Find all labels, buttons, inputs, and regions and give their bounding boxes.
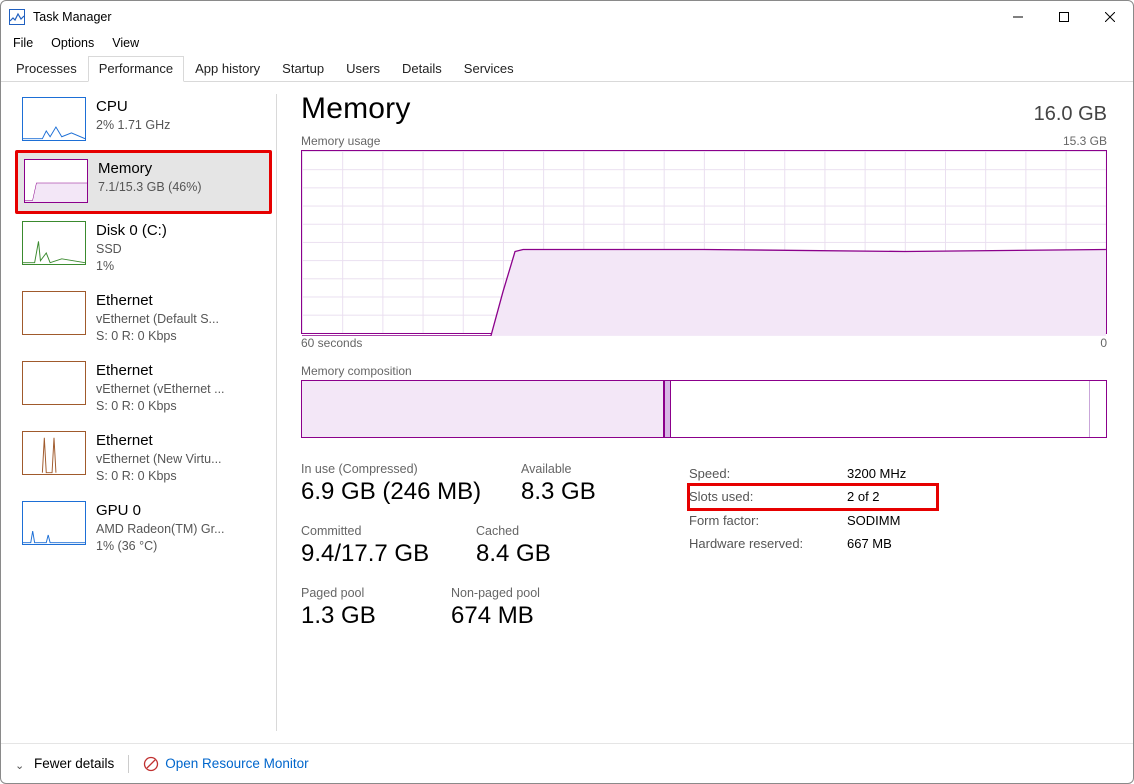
footer: ⌃ Fewer details Open Resource Monitor [1,743,1133,783]
composition-bar [301,380,1107,438]
in-use-label: In use (Compressed) [301,462,491,476]
eth2-thumb [22,361,86,405]
in-use-value: 6.9 GB (246 MB) [301,478,491,506]
nonpaged-value: 674 MB [451,602,571,630]
sidebar: CPU 2% 1.71 GHz Memory 7.1/15.3 GB (46%) [1,82,276,743]
menu-options[interactable]: Options [43,34,102,52]
comp-seg-free [1089,381,1106,437]
menu-view[interactable]: View [104,34,147,52]
sidebar-cpu-sub: 2% 1.71 GHz [96,117,170,134]
cached-value: 8.4 GB [476,540,596,568]
chart-axis-left: 60 seconds [301,336,362,350]
tab-bar: Processes Performance App history Startu… [1,55,1133,82]
slots-row: Slots used: 2 of 2 [689,485,937,508]
tab-details[interactable]: Details [391,56,453,82]
main-panel: Memory 16.0 GB Memory usage 15.3 GB 60 s… [277,82,1133,743]
memory-total: 16.0 GB [1034,103,1107,126]
sidebar-cpu-title: CPU [96,97,170,117]
sidebar-item-eth2[interactable]: Ethernet vEthernet (vEthernet ... S: 0 R… [15,354,272,424]
chart-usage-max: 15.3 GB [1063,134,1107,148]
eth1-thumb [22,291,86,335]
available-value: 8.3 GB [521,478,641,506]
page-title: Memory [301,92,411,126]
hw-reserved-label: Hardware reserved: [689,532,829,555]
eth3-thumb [22,431,86,475]
sidebar-gpu0-title: GPU 0 [96,501,225,521]
stats-area: In use (Compressed) 6.9 GB (246 MB) Avai… [301,462,1107,630]
tab-app-history[interactable]: App history [184,56,271,82]
sidebar-gpu0-sub1: AMD Radeon(TM) Gr... [96,521,225,538]
sidebar-disk0-sub1: SSD [96,241,167,258]
sidebar-disk0-title: Disk 0 (C:) [96,221,167,241]
menubar: File Options View [1,33,1133,55]
sidebar-gpu0-sub2: 1% (36 °C) [96,538,225,555]
tab-performance[interactable]: Performance [88,56,184,82]
sidebar-eth2-sub1: vEthernet (vEthernet ... [96,381,225,398]
sidebar-item-disk0[interactable]: Disk 0 (C:) SSD 1% [15,214,272,284]
disk0-thumb [22,221,86,265]
sidebar-eth3-title: Ethernet [96,431,222,451]
speed-value: 3200 MHz [847,462,937,485]
chart-usage-label: Memory usage [301,134,380,148]
window-title: Task Manager [33,10,112,24]
comp-seg-inuse [302,381,665,437]
chart-axis-right: 0 [1100,336,1107,350]
memory-usage-chart [301,150,1107,334]
sidebar-eth2-title: Ethernet [96,361,225,381]
committed-value: 9.4/17.7 GB [301,540,446,568]
paged-label: Paged pool [301,586,421,600]
fewer-details-label: Fewer details [34,756,114,771]
tab-users[interactable]: Users [335,56,391,82]
slots-value: 2 of 2 [847,485,937,508]
available-label: Available [521,462,641,476]
hw-reserved-value: 667 MB [847,532,937,555]
sidebar-eth3-sub1: vEthernet (New Virtu... [96,451,222,468]
menu-file[interactable]: File [5,34,41,52]
nonpaged-label: Non-paged pool [451,586,571,600]
paged-value: 1.3 GB [301,602,421,630]
gpu0-thumb [22,501,86,545]
committed-label: Committed [301,524,446,538]
close-button[interactable] [1087,1,1133,33]
hardware-table: Speed: 3200 MHz Slots used: 2 of 2 Form … [689,462,937,630]
memory-thumb [24,159,88,203]
slots-label: Slots used: [689,485,829,508]
open-resource-monitor-label: Open Resource Monitor [165,756,308,771]
form-factor-value: SODIMM [847,509,937,532]
body: CPU 2% 1.71 GHz Memory 7.1/15.3 GB (46%) [1,82,1133,743]
composition-label: Memory composition [301,364,1107,378]
task-manager-window: Task Manager File Options View Processes… [0,0,1134,784]
sidebar-memory-title: Memory [98,159,202,179]
tab-processes[interactable]: Processes [5,56,88,82]
open-resource-monitor-link[interactable]: Open Resource Monitor [143,756,308,772]
footer-separator [128,755,129,773]
sidebar-eth1-title: Ethernet [96,291,219,311]
speed-label: Speed: [689,462,829,485]
sidebar-item-eth1[interactable]: Ethernet vEthernet (Default S... S: 0 R:… [15,284,272,354]
form-factor-label: Form factor: [689,509,829,532]
cpu-thumb [22,97,86,141]
comp-seg-standby [671,381,1089,437]
fewer-details-button[interactable]: ⌃ Fewer details [15,756,114,771]
minimize-button[interactable] [995,1,1041,33]
sidebar-disk0-sub2: 1% [96,258,167,275]
sidebar-item-gpu0[interactable]: GPU 0 AMD Radeon(TM) Gr... 1% (36 °C) [15,494,272,564]
sidebar-eth3-sub2: S: 0 R: 0 Kbps [96,468,222,485]
sidebar-item-cpu[interactable]: CPU 2% 1.71 GHz [15,90,272,150]
sidebar-memory-sub: 7.1/15.3 GB (46%) [98,179,202,196]
sidebar-item-eth3[interactable]: Ethernet vEthernet (New Virtu... S: 0 R:… [15,424,272,494]
tab-startup[interactable]: Startup [271,56,335,82]
titlebar: Task Manager [1,1,1133,33]
chevron-up-icon: ⌃ [15,758,24,771]
cached-label: Cached [476,524,596,538]
app-icon [9,9,25,25]
sidebar-eth1-sub2: S: 0 R: 0 Kbps [96,328,219,345]
sidebar-eth1-sub1: vEthernet (Default S... [96,311,219,328]
tab-services[interactable]: Services [453,56,525,82]
maximize-button[interactable] [1041,1,1087,33]
resource-monitor-icon [143,756,159,772]
sidebar-item-memory[interactable]: Memory 7.1/15.3 GB (46%) [15,150,272,214]
sidebar-eth2-sub2: S: 0 R: 0 Kbps [96,398,225,415]
